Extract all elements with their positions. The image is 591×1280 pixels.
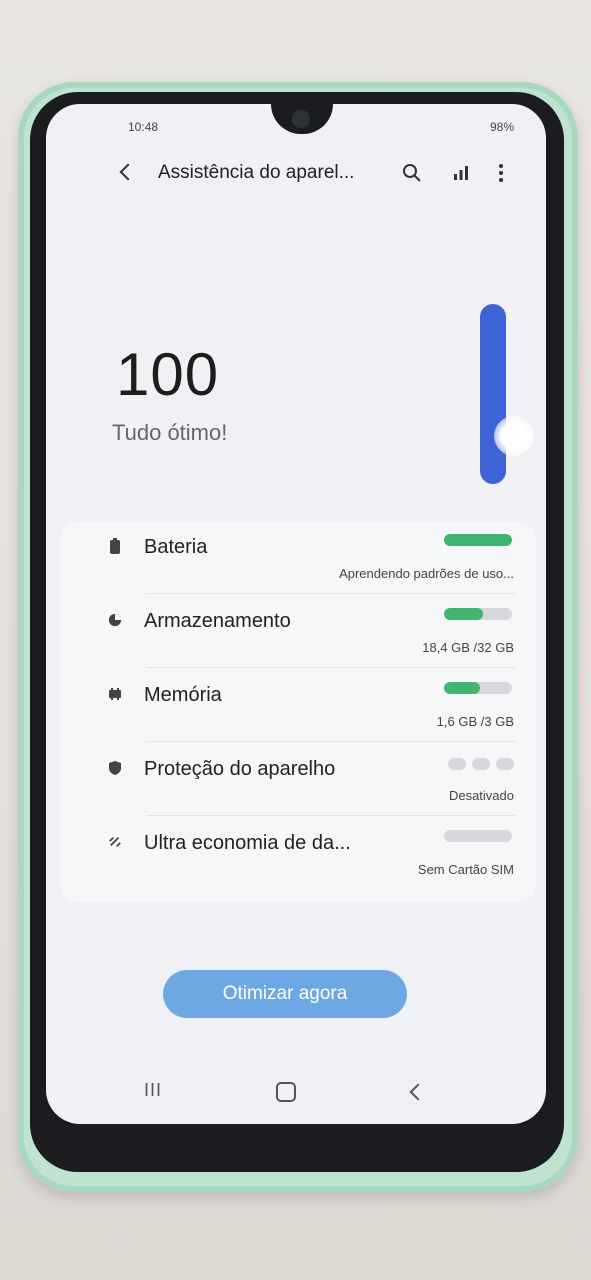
phone-screen: 10:48 98% Assistência do aparel... 100 T…: [46, 104, 546, 1124]
optimize-button[interactable]: Otimizar agora: [163, 970, 407, 1018]
home-icon[interactable]: [276, 1082, 296, 1102]
item-data-saver[interactable]: Ultra economia de da... Sem Cartão SIM: [60, 818, 536, 890]
dot: [496, 758, 514, 770]
page-title: Assistência do aparel...: [158, 162, 355, 183]
status-time: 10:48: [128, 120, 159, 134]
memory-bar: [444, 682, 512, 694]
item-battery[interactable]: Bateria Aprendendo padrões de uso...: [60, 522, 536, 594]
status-battery: 98%: [489, 120, 514, 134]
bar-fill: [444, 682, 481, 694]
item-storage[interactable]: Armazenamento 18,4 GB /32 GB: [60, 596, 536, 668]
item-value: Sem Cartão SIM: [417, 862, 514, 877]
screen-glare: [494, 416, 534, 456]
item-label: Memória: [144, 684, 222, 706]
app-bar: Assistência do aparel...: [46, 154, 546, 194]
recents-icon[interactable]: III: [144, 1080, 162, 1101]
divider: [146, 815, 516, 816]
storage-icon: [108, 613, 122, 627]
shield-icon: [109, 761, 121, 775]
dot: [472, 758, 490, 770]
memory-icon: [109, 688, 121, 700]
divider: [146, 667, 516, 668]
nav-back-icon[interactable]: [409, 1083, 427, 1101]
search-icon[interactable]: [401, 162, 423, 184]
items-card: Bateria Aprendendo padrões de uso... Arm…: [60, 522, 536, 902]
divider: [146, 741, 516, 742]
battery-bar: [444, 534, 512, 546]
battery-icon: [110, 538, 120, 554]
dot: [448, 758, 466, 770]
notch: [271, 104, 333, 134]
item-value: 18,4 GB /32 GB: [422, 640, 514, 655]
chart-icon[interactable]: [452, 164, 470, 182]
item-label: Proteção do aparelho: [144, 758, 336, 780]
data-saver-bar: [444, 830, 512, 842]
score-value: 100: [116, 341, 220, 408]
item-label: Ultra economia de da...: [144, 832, 351, 854]
item-memory[interactable]: Memória 1,6 GB /3 GB: [60, 670, 536, 742]
camera-icon: [292, 110, 310, 128]
data-saver-icon: [109, 837, 121, 847]
score-status: Tudo ótimo!: [112, 420, 228, 445]
item-label: Bateria: [144, 536, 208, 558]
bar-fill: [444, 534, 512, 546]
more-icon[interactable]: [498, 162, 504, 184]
protection-dots: [448, 758, 514, 770]
bar-fill: [444, 608, 484, 620]
item-protection[interactable]: Proteção do aparelho Desativado: [60, 744, 536, 816]
storage-bar: [444, 608, 512, 620]
back-icon[interactable]: [119, 163, 137, 181]
system-nav-bar: III: [46, 1072, 546, 1112]
scroll-indicator[interactable]: [480, 304, 506, 484]
item-label: Armazenamento: [144, 610, 291, 632]
item-value: Desativado: [448, 788, 514, 803]
divider: [146, 593, 516, 594]
item-value: 1,6 GB /3 GB: [436, 714, 514, 729]
item-value: Aprendendo padrões de uso...: [339, 566, 514, 581]
